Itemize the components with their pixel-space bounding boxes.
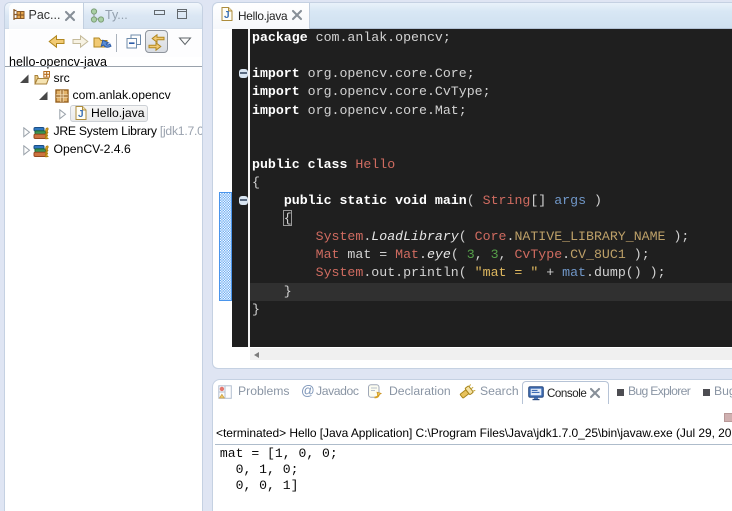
svg-text:J: J bbox=[224, 10, 230, 21]
svg-text:J: J bbox=[78, 109, 84, 120]
